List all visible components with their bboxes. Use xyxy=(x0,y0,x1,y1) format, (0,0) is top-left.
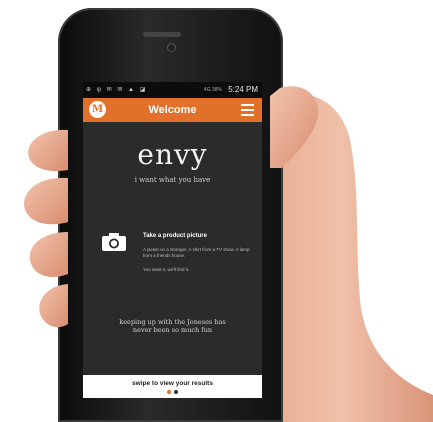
phone-speaker xyxy=(143,32,181,37)
brand-name: envy xyxy=(137,138,208,171)
notification-icons: ⊕ ψ ✉ ✉ ▲ ◪ xyxy=(86,87,148,93)
take-picture-note: You want it, we'll find it. xyxy=(143,267,190,272)
status-bar: ⊕ ψ ✉ ✉ ▲ ◪ 4G 38% 5:24 PM xyxy=(83,82,262,98)
header-title: Welcome xyxy=(148,104,197,116)
photo-scene: ⊕ ψ ✉ ✉ ▲ ◪ 4G 38% 5:24 PM M Welcome env… xyxy=(0,0,433,422)
page-dot-active xyxy=(167,390,171,394)
swipe-label: swipe to view your results xyxy=(132,380,213,387)
slogan: keeping up with the Joneses has never be… xyxy=(83,318,262,334)
phone-front-camera xyxy=(168,44,175,51)
camera-icon[interactable] xyxy=(101,232,127,252)
brand-tagline: i want what you have xyxy=(134,176,211,184)
take-picture-title[interactable]: Take a product picture xyxy=(143,233,207,239)
slogan-line-2: never been so much fun xyxy=(132,326,213,334)
status-time: 5:24 PM xyxy=(228,85,258,94)
app-header: M Welcome xyxy=(83,98,262,122)
app-screen: ⊕ ψ ✉ ✉ ▲ ◪ 4G 38% 5:24 PM M Welcome env… xyxy=(83,82,262,398)
page-dot-inactive xyxy=(174,390,178,394)
network-battery-text: 4G 38% xyxy=(203,87,222,93)
swipe-bar[interactable]: swipe to view your results xyxy=(83,375,262,398)
page-indicator xyxy=(163,390,183,395)
slogan-line-1: keeping up with the Joneses has xyxy=(119,318,226,326)
hamburger-menu-icon[interactable] xyxy=(241,104,254,116)
take-picture-description: A jacket on a stranger. A shirt from a T… xyxy=(143,247,250,258)
